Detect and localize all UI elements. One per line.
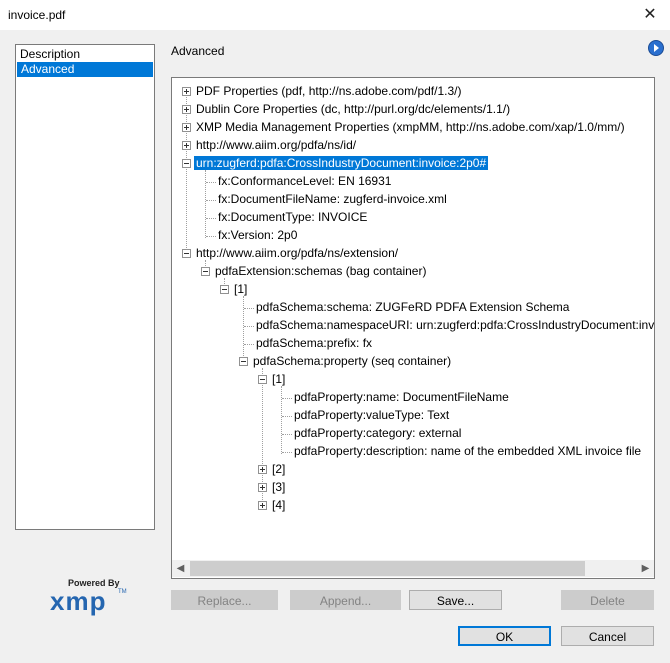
- tree-connector: [244, 344, 254, 345]
- tree-node[interactable]: [3]: [258, 478, 287, 496]
- title-bar: invoice.pdf ✕: [0, 0, 670, 30]
- tree-connector: [206, 236, 216, 237]
- tree-node-label: Dublin Core Properties (dc, http://purl.…: [196, 102, 511, 116]
- category-item-advanced[interactable]: Advanced: [17, 62, 153, 77]
- tree-node[interactable]: [2]: [258, 460, 287, 478]
- tree-node[interactable]: pdfaExtension:schemas (bag container): [201, 262, 428, 280]
- tree-node-selected[interactable]: urn:zugferd:pdfa:CrossIndustryDocument:i…: [182, 154, 490, 172]
- tree-node[interactable]: XMP Media Management Properties (xmpMM, …: [182, 118, 627, 136]
- tree-node[interactable]: [1]: [220, 280, 249, 298]
- scroll-left-icon[interactable]: ◀: [172, 560, 189, 577]
- tree-node[interactable]: Dublin Core Properties (dc, http://purl.…: [182, 100, 512, 118]
- expand-icon[interactable]: [258, 483, 267, 492]
- tree-node-label: pdfaSchema:schema: ZUGFeRD PDFA Extensio…: [256, 300, 570, 314]
- tree-connector: [282, 452, 292, 453]
- replace-button[interactable]: Replace...: [171, 590, 278, 610]
- tree-connector: [206, 218, 216, 219]
- tree-node[interactable]: pdfaSchema:prefix: fx: [254, 334, 374, 352]
- tree-connector: [206, 182, 216, 183]
- collapse-icon[interactable]: [220, 285, 229, 294]
- expand-icon[interactable]: [182, 123, 191, 132]
- close-icon[interactable]: ✕: [630, 0, 670, 30]
- tree-node-label: pdfaProperty:name: DocumentFileName: [294, 390, 509, 404]
- tree-node[interactable]: pdfaProperty:name: DocumentFileName: [292, 388, 511, 406]
- tree-node[interactable]: pdfaSchema:schema: ZUGFeRD PDFA Extensio…: [254, 298, 571, 316]
- tree-connector: [205, 170, 206, 238]
- logo-mark: xmp: [50, 586, 107, 616]
- tree-node-label: pdfaExtension:schemas (bag container): [215, 264, 427, 278]
- collapse-icon[interactable]: [182, 249, 191, 258]
- tree-node-label: fx:ConformanceLevel: EN 16931: [218, 174, 392, 188]
- tree-connector: [244, 326, 254, 327]
- tree-node[interactable]: http://www.aiim.org/pdfa/ns/extension/: [182, 244, 400, 262]
- section-title: Advanced: [171, 44, 225, 58]
- tree-node[interactable]: pdfaSchema:property (seq container): [239, 352, 453, 370]
- tree-node-label: urn:zugferd:pdfa:CrossIndustryDocument:i…: [192, 155, 490, 171]
- collapse-icon[interactable]: [201, 267, 210, 276]
- tree-node[interactable]: [1]: [258, 370, 287, 388]
- tree-node-label: pdfaProperty:category: external: [294, 426, 462, 440]
- expand-icon[interactable]: [258, 465, 267, 474]
- tree-node[interactable]: fx:DocumentType: INVOICE: [216, 208, 369, 226]
- tree-node-label: http://www.aiim.org/pdfa/ns/id/: [196, 138, 357, 152]
- expand-icon[interactable]: [258, 501, 267, 510]
- horizontal-scrollbar[interactable]: ◀ ▶: [172, 560, 654, 577]
- tree-node-label: pdfaProperty:description: name of the em…: [294, 444, 642, 458]
- tree-node[interactable]: pdfaProperty:category: external: [292, 424, 463, 442]
- expand-icon[interactable]: [182, 87, 191, 96]
- xmp-logo: Powered By xmp TM: [48, 578, 128, 616]
- tree-node-label: PDF Properties (pdf, http://ns.adobe.com…: [196, 84, 462, 98]
- expand-icon[interactable]: [182, 141, 191, 150]
- delete-button[interactable]: Delete: [561, 590, 654, 610]
- tree-node[interactable]: fx:DocumentFileName: zugferd-invoice.xml: [216, 190, 449, 208]
- tree-node-label: pdfaSchema:prefix: fx: [256, 336, 373, 350]
- tree-connector: [244, 308, 254, 309]
- append-button[interactable]: Append...: [290, 590, 401, 610]
- play-arrow-icon[interactable]: [648, 40, 664, 56]
- category-list[interactable]: Description Advanced: [15, 44, 155, 530]
- tree-node-label: [1]: [234, 282, 248, 296]
- tree-node[interactable]: http://www.aiim.org/pdfa/ns/id/: [182, 136, 358, 154]
- tree-connector: [282, 398, 292, 399]
- collapse-icon[interactable]: [258, 375, 267, 384]
- tree-node-label: fx:Version: 2p0: [218, 228, 298, 242]
- tree-node-label: fx:DocumentFileName: zugferd-invoice.xml: [218, 192, 447, 206]
- tree-connector: [281, 386, 282, 454]
- tree-node-label: [3]: [272, 480, 286, 494]
- tree-node-label: [4]: [272, 498, 286, 512]
- tree-node-label: [1]: [272, 372, 286, 386]
- tree-node[interactable]: fx:Version: 2p0: [216, 226, 299, 244]
- collapse-icon[interactable]: [182, 159, 191, 168]
- tree-connector: [282, 416, 292, 417]
- scrollbar-thumb[interactable]: [190, 561, 585, 576]
- tree-node-label: pdfaProperty:valueType: Text: [294, 408, 450, 422]
- tree-node[interactable]: PDF Properties (pdf, http://ns.adobe.com…: [182, 82, 463, 100]
- tree-node-label: pdfaSchema:property (seq container): [253, 354, 452, 368]
- collapse-icon[interactable]: [239, 357, 248, 366]
- scroll-right-icon[interactable]: ▶: [637, 560, 654, 577]
- save-button[interactable]: Save...: [409, 590, 502, 610]
- tree-node-label: fx:DocumentType: INVOICE: [218, 210, 368, 224]
- tree-node[interactable]: pdfaSchema:namespaceURI: urn:zugferd:pdf…: [254, 316, 654, 334]
- tree-node[interactable]: fx:ConformanceLevel: EN 16931: [216, 172, 393, 190]
- tree-connector: [282, 434, 292, 435]
- tree-node[interactable]: pdfaProperty:description: name of the em…: [292, 442, 643, 460]
- expand-icon[interactable]: [182, 105, 191, 114]
- tree-node[interactable]: [4]: [258, 496, 287, 514]
- logo-trademark: TM: [118, 589, 127, 595]
- tree-node-label: [2]: [272, 462, 286, 476]
- property-tree[interactable]: PDF Properties (pdf, http://ns.adobe.com…: [171, 77, 655, 579]
- tree-viewport: PDF Properties (pdf, http://ns.adobe.com…: [172, 78, 654, 560]
- tree-node-label: http://www.aiim.org/pdfa/ns/extension/: [196, 246, 399, 260]
- tree-node-label: pdfaSchema:namespaceURI: urn:zugferd:pdf…: [256, 318, 654, 332]
- tree-connector: [206, 200, 216, 201]
- tree-node-label: XMP Media Management Properties (xmpMM, …: [196, 120, 625, 134]
- window-title: invoice.pdf: [8, 8, 66, 22]
- tree-node[interactable]: pdfaProperty:valueType: Text: [292, 406, 451, 424]
- cancel-button[interactable]: Cancel: [561, 626, 654, 646]
- category-item-description[interactable]: Description: [16, 47, 154, 62]
- ok-button[interactable]: OK: [458, 626, 551, 646]
